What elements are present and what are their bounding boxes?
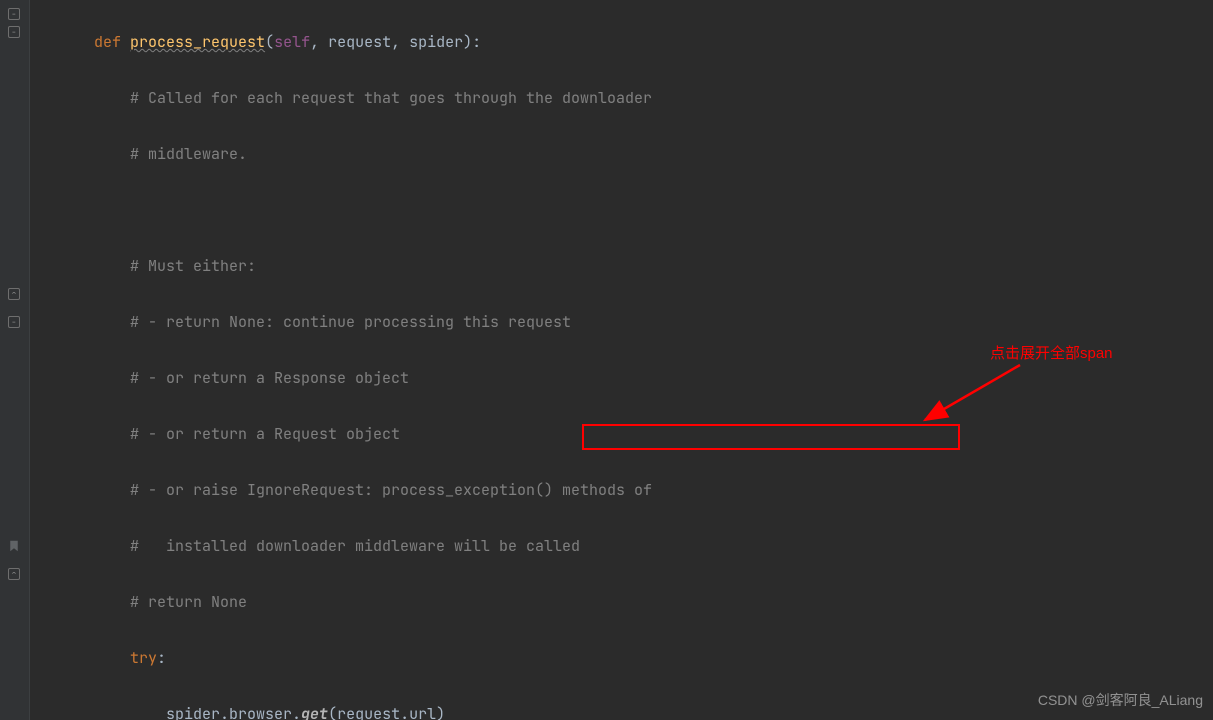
code-line[interactable]: # middleware. [38,140,1213,168]
method-call: get [301,704,328,720]
param-self: self [274,32,310,52]
fold-region-icon[interactable]: − [4,315,24,329]
code-line[interactable] [38,196,1213,224]
param: spider [409,32,463,52]
code-line[interactable]: try: [38,644,1213,672]
bookmark-icon[interactable] [4,539,24,553]
code-line[interactable]: # - return None: continue processing thi… [38,308,1213,336]
code-area[interactable]: def process_request(self, request, spide… [30,0,1213,720]
annotation-highlight-box [582,424,960,450]
code-line[interactable]: # Called for each request that goes thro… [38,84,1213,112]
comment: # installed downloader middleware will b… [130,536,580,556]
param: request [328,32,391,52]
comment: # Must either: [130,256,256,276]
code-line[interactable]: spider.browser.get(request.url) [38,700,1213,720]
function-name: process_request [130,32,265,52]
fold-up-icon[interactable]: ⌃ [4,567,24,581]
comment: # return None [130,592,247,612]
fold-up-icon[interactable]: ⌃ [4,287,24,301]
comment: # - or raise IgnoreRequest: process_exce… [130,480,652,500]
comment: # - or return a Request object [130,424,400,444]
annotation-label: 点击展开全部span [990,340,1113,368]
code-line[interactable]: # installed downloader middleware will b… [38,532,1213,560]
code-line[interactable]: # - or return a Response object [38,364,1213,392]
comment: # Called for each request that goes thro… [130,88,652,108]
code-editor[interactable]: − − ⌃ − ⌃ def process_request(self, requ… [0,0,1213,720]
keyword-def: def [94,32,130,52]
code-line[interactable]: # Must either: [38,252,1213,280]
fold-region-icon[interactable]: − [4,25,24,39]
gutter: − − ⌃ − ⌃ [0,0,30,720]
code-line[interactable]: # - or raise IgnoreRequest: process_exce… [38,476,1213,504]
watermark: CSDN @剑客阿良_ALiang [1038,686,1203,714]
comment: # middleware. [130,144,247,164]
code-line[interactable]: # return None [38,588,1213,616]
code-line[interactable]: def process_request(self, request, spide… [38,28,1213,56]
fold-region-icon[interactable]: − [4,7,24,21]
comment: # - or return a Response object [130,368,409,388]
comment: # - return None: continue processing thi… [130,312,571,332]
keyword-try: try [130,648,157,668]
